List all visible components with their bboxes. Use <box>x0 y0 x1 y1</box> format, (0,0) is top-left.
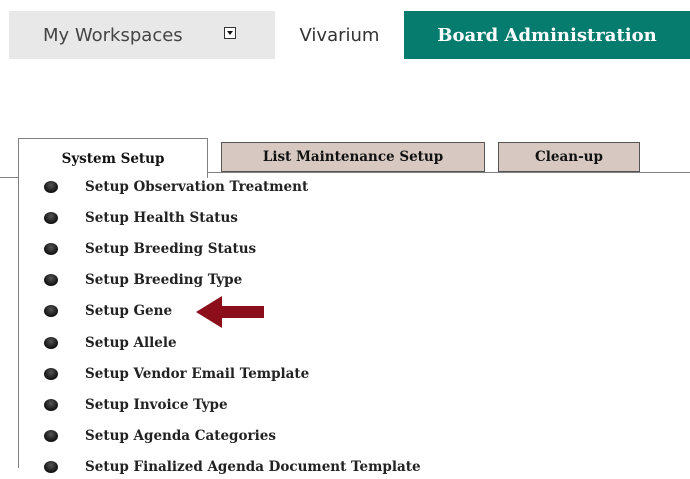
bullet-icon <box>44 337 58 349</box>
list-item[interactable]: Setup Agenda Categories <box>44 424 276 448</box>
list-item[interactable]: Setup Observation Treatment <box>44 175 308 199</box>
bullet-icon <box>44 399 58 411</box>
left-arrow-icon <box>196 296 264 328</box>
board-administration-label: Board Administration <box>437 24 657 46</box>
list-item[interactable]: Setup Finalized Agenda Document Template <box>44 455 421 479</box>
setup-link[interactable]: Setup Agenda Categories <box>85 428 276 444</box>
bullet-icon <box>44 368 58 380</box>
bullet-icon <box>44 212 58 224</box>
list-item[interactable]: Setup Breeding Status <box>44 237 256 261</box>
my-workspaces-label: My Workspaces <box>43 24 183 46</box>
setup-link[interactable]: Setup Health Status <box>85 210 238 226</box>
workspaces-dropdown-icon[interactable] <box>224 27 236 39</box>
tab-clean-up-label: Clean-up <box>535 149 603 165</box>
tab-list-maintenance-setup[interactable]: List Maintenance Setup <box>221 142 485 172</box>
bullet-icon <box>44 274 58 286</box>
bullet-icon <box>44 430 58 442</box>
bullet-icon <box>44 461 58 473</box>
list-item[interactable]: Setup Gene <box>44 299 172 323</box>
tab-system-setup-label: System Setup <box>61 150 165 167</box>
panel-left-border <box>18 178 19 468</box>
bullet-icon <box>44 305 58 317</box>
top-navigation: My Workspaces Vivarium Board Administrat… <box>0 0 690 59</box>
bullet-icon <box>44 181 58 193</box>
tab-list-maintenance-setup-label: List Maintenance Setup <box>262 149 444 165</box>
vivarium-tab[interactable]: Vivarium <box>276 11 403 59</box>
arrow-shape <box>196 296 264 328</box>
list-item[interactable]: Setup Health Status <box>44 206 238 230</box>
bullet-icon <box>44 243 58 255</box>
list-item[interactable]: Setup Allele <box>44 331 177 355</box>
setup-link[interactable]: Setup Vendor Email Template <box>85 366 309 382</box>
tab-system-setup[interactable]: System Setup <box>18 138 208 178</box>
tab-divider-left <box>0 177 18 178</box>
setup-link[interactable]: Setup Allele <box>85 335 177 351</box>
setup-link[interactable]: Setup Observation Treatment <box>85 179 308 195</box>
setup-link[interactable]: Setup Breeding Status <box>85 241 256 257</box>
list-item[interactable]: Setup Breeding Type <box>44 268 242 292</box>
list-item[interactable]: Setup Vendor Email Template <box>44 362 309 386</box>
list-item[interactable]: Setup Invoice Type <box>44 393 228 417</box>
board-administration-tab[interactable]: Board Administration <box>404 11 690 59</box>
vivarium-label: Vivarium <box>299 24 380 46</box>
setup-link[interactable]: Setup Finalized Agenda Document Template <box>85 459 421 475</box>
setup-gene-link[interactable]: Setup Gene <box>85 303 172 319</box>
setup-link[interactable]: Setup Invoice Type <box>85 397 228 413</box>
tab-divider-right <box>208 172 690 173</box>
setup-link[interactable]: Setup Breeding Type <box>85 272 242 288</box>
tab-clean-up[interactable]: Clean-up <box>498 142 640 172</box>
